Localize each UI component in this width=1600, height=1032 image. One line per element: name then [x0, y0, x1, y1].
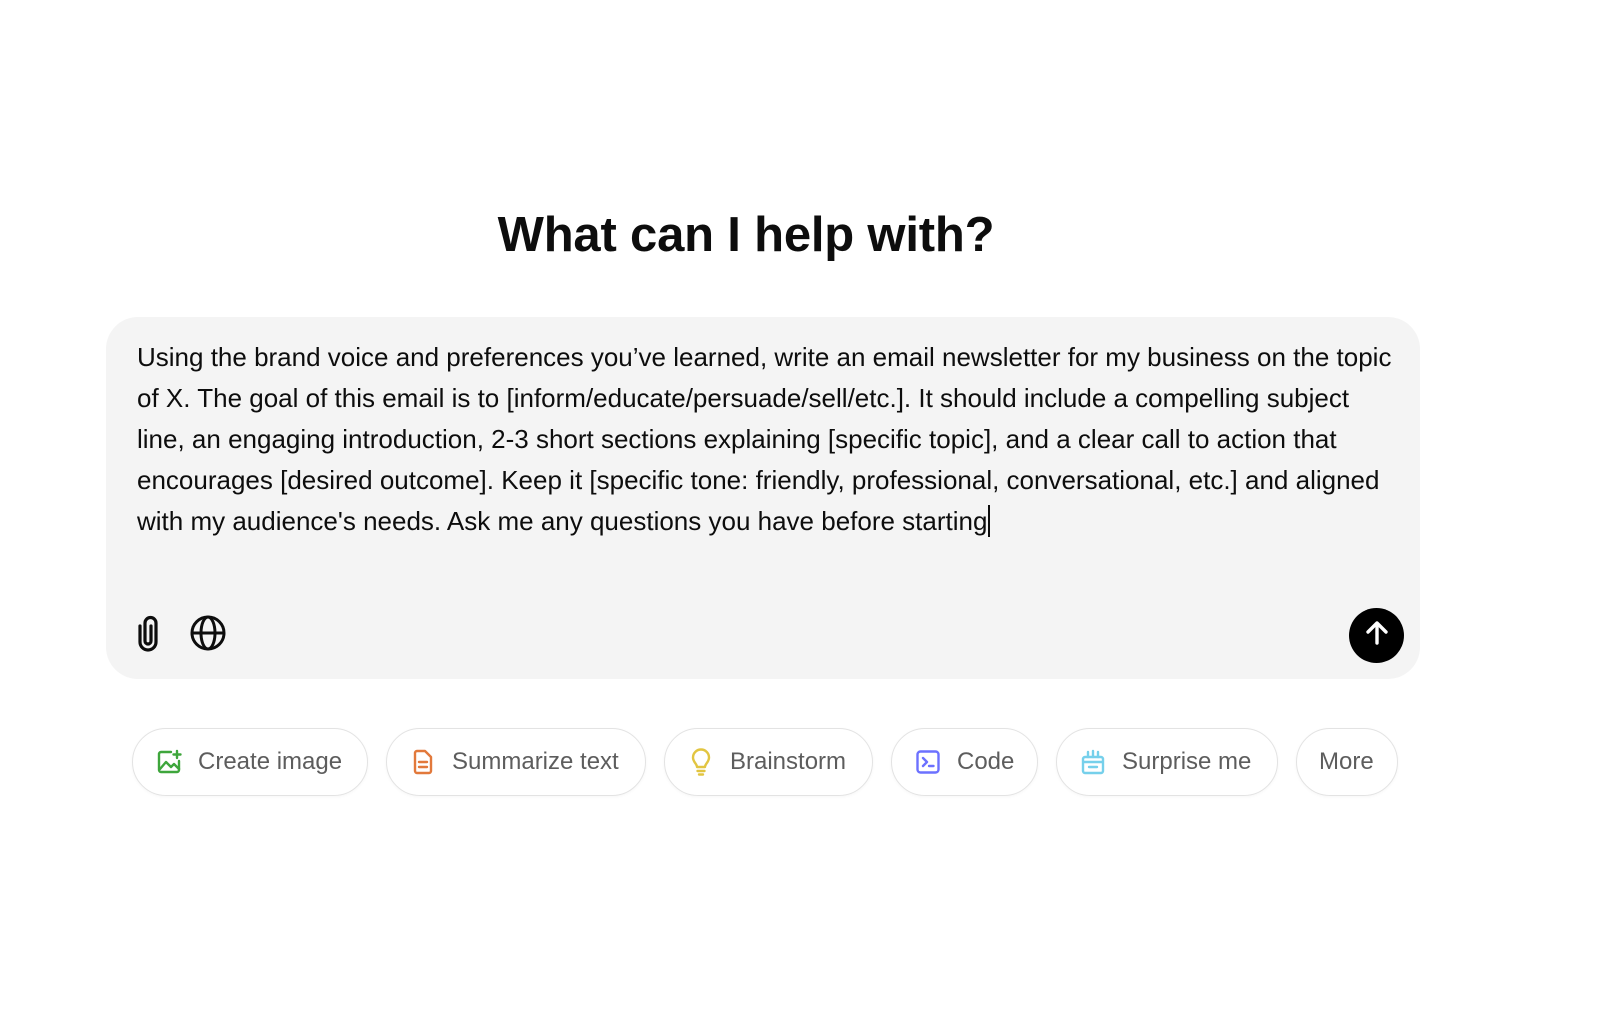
- send-button[interactable]: [1349, 608, 1404, 663]
- text-caret: [988, 505, 991, 537]
- brainstorm-button[interactable]: Brainstorm: [664, 728, 873, 796]
- summarize-text-button[interactable]: Summarize text: [386, 728, 646, 796]
- image-icon: [155, 748, 183, 776]
- brainstorm-label: Brainstorm: [730, 748, 847, 775]
- lightbulb-icon: [687, 748, 715, 776]
- more-label: More: [1319, 748, 1374, 775]
- summarize-text-label: Summarize text: [452, 748, 619, 775]
- arrow-up-icon: [1363, 619, 1391, 652]
- gift-icon: [1079, 748, 1107, 776]
- terminal-icon: [914, 748, 942, 776]
- code-label: Code: [957, 748, 1015, 775]
- more-button[interactable]: More: [1296, 728, 1398, 796]
- prompt-input[interactable]: Using the brand voice and preferences yo…: [137, 337, 1402, 542]
- code-button[interactable]: Code: [891, 728, 1038, 796]
- create-image-button[interactable]: Create image: [132, 728, 368, 796]
- paperclip-icon: [131, 613, 165, 658]
- prompt-composer: Using the brand voice and preferences yo…: [106, 317, 1420, 679]
- page-title: What can I help with?: [497, 208, 995, 262]
- globe-icon: [189, 614, 227, 657]
- create-image-label: Create image: [198, 748, 343, 775]
- prompt-input-text: Using the brand voice and preferences yo…: [137, 342, 1399, 536]
- surprise-me-button[interactable]: Surprise me: [1056, 728, 1278, 796]
- search-web-button[interactable]: [186, 613, 230, 657]
- attach-button[interactable]: [126, 613, 170, 657]
- document-icon: [409, 748, 437, 776]
- surprise-me-label: Surprise me: [1122, 748, 1252, 775]
